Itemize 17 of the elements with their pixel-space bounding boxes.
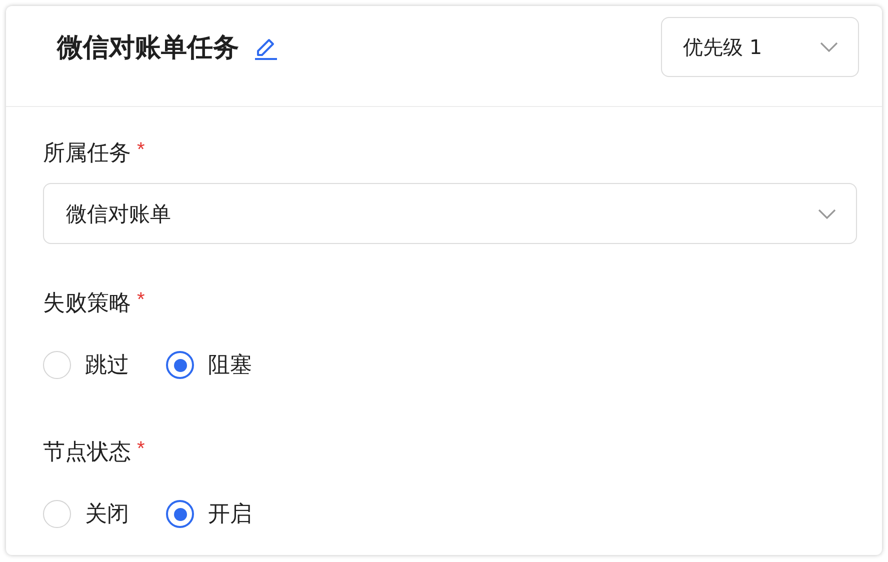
radio-button[interactable] — [166, 351, 194, 379]
required-mark: * — [137, 437, 145, 461]
radio-label[interactable]: 开启 — [208, 499, 252, 529]
panel-title: 微信对账单任务 — [57, 32, 239, 64]
radio-label[interactable]: 跳过 — [85, 350, 129, 380]
required-mark: * — [137, 288, 145, 312]
task-select[interactable]: 微信对账单 — [43, 183, 857, 244]
radio-label[interactable]: 阻塞 — [208, 350, 252, 380]
radio-button[interactable] — [166, 500, 194, 528]
radio-label[interactable]: 关闭 — [85, 499, 129, 529]
required-mark: * — [137, 138, 145, 162]
priority-select[interactable]: 优先级 1 — [661, 17, 859, 77]
field-label: 失败策略 — [43, 290, 131, 318]
chevron-icon — [818, 208, 836, 218]
field-label: 节点状态 — [43, 439, 131, 467]
chevron-icon — [820, 42, 838, 52]
field-label: 所属任务 — [43, 140, 131, 168]
